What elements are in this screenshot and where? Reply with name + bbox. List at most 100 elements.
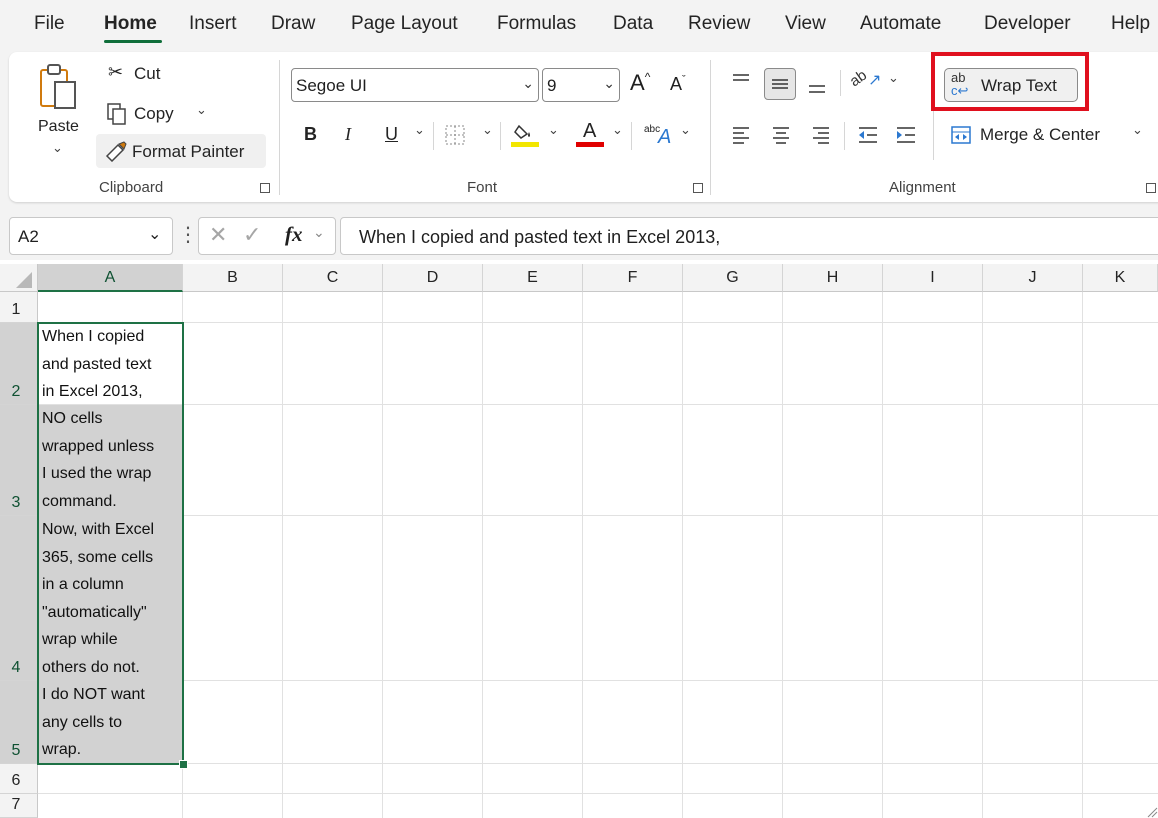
fill-handle[interactable] [179,760,188,769]
tab-data[interactable]: Data [613,13,653,35]
font-color-dropdown-icon[interactable]: ⌄ [612,122,623,138]
format-painter-button[interactable]: Format Painter [96,134,266,168]
merge-center-button[interactable]: Merge & Center ⌄ [944,118,1144,152]
font-dialog-launcher-icon[interactable] [693,183,703,193]
cell-a5[interactable]: I do NOT want any cells to wrap. [38,681,182,764]
tab-page-layout[interactable]: Page Layout [351,13,458,35]
column-header-a[interactable]: A [38,264,183,292]
orientation-button[interactable]: ab ↗ ⌄ [847,67,900,96]
bold-button[interactable]: B [304,124,317,145]
paint-bucket-icon [514,124,530,139]
formula-content: When I copied and pasted text in Excel 2… [359,227,721,247]
text-effects-button[interactable]: abc A [642,120,676,150]
fill-color-button[interactable] [511,120,539,150]
tab-draw[interactable]: Draw [271,13,315,35]
gridline [182,292,183,818]
tab-file[interactable]: File [34,13,65,35]
paste-button[interactable]: Paste ⌄ [30,58,90,158]
column-header-e[interactable]: E [483,264,583,292]
decrease-indent-icon[interactable] [856,124,880,146]
row-header-4[interactable]: 4 [0,516,38,681]
chevron-down-icon[interactable]: ⌄ [313,224,325,241]
borders-dropdown-icon[interactable]: ⌄ [482,122,493,138]
cancel-icon[interactable]: ✕ [209,222,227,248]
formula-input[interactable]: When I copied and pasted text in Excel 2… [340,217,1158,255]
name-box-dropdown-icon[interactable]: ⌄ [148,224,161,244]
clipboard-dialog-launcher-icon[interactable] [260,183,270,193]
cut-label: Cut [134,64,161,83]
top-align-icon[interactable] [730,70,752,92]
row-header-1[interactable]: 1 [0,292,38,323]
name-box[interactable]: A2 ⌄ [9,217,173,255]
row-header-2[interactable]: 2 [0,323,38,405]
increase-font-size-button[interactable]: A^ [630,70,650,96]
wrap-text-highlight-box [931,52,1089,111]
select-all-corner[interactable] [0,264,38,292]
copy-button[interactable]: Copy ⌄ [100,100,220,128]
column-header-j[interactable]: J [983,264,1083,292]
row-header-5[interactable]: 5 [0,681,38,764]
tab-insert[interactable]: Insert [189,13,237,35]
more-options-icon[interactable]: ⋮ [178,222,198,247]
font-family-combo[interactable]: Segoe UI ⌄ [291,68,539,102]
name-box-value: A2 [18,227,39,246]
row-number: 2 [11,383,21,400]
align-left-icon[interactable] [730,124,752,146]
underline-button[interactable]: U [385,124,398,145]
gridline [782,292,783,818]
tab-home[interactable]: Home [104,13,157,35]
paste-dropdown-icon[interactable]: ⌄ [52,140,63,156]
cell-a2[interactable]: When I copied and pasted text in Excel 2… [38,323,182,405]
tab-automate[interactable]: Automate [860,13,941,35]
tab-formulas[interactable]: Formulas [497,13,576,35]
middle-align-button[interactable] [764,68,796,100]
tab-review[interactable]: Review [688,13,750,35]
column-header-c[interactable]: C [283,264,383,292]
divider [840,70,841,96]
resize-grip-icon[interactable] [1146,806,1158,818]
row-number: 4 [11,659,21,676]
column-header-g[interactable]: G [683,264,783,292]
font-color-button[interactable]: A [576,120,604,150]
tab-view[interactable]: View [785,13,826,35]
tab-developer[interactable]: Developer [984,13,1071,35]
font-size-combo[interactable]: 9 ⌄ [542,68,620,102]
group-divider [279,60,280,195]
increase-indent-icon[interactable] [894,124,918,146]
insert-function-icon[interactable]: fx [285,222,303,247]
divider [500,122,501,150]
align-center-icon[interactable] [770,124,792,146]
row-header-3[interactable]: 3 [0,405,38,516]
cut-button[interactable]: ✂ Cut [100,60,190,88]
enter-icon[interactable]: ✓ [243,222,261,248]
column-header-f[interactable]: F [583,264,683,292]
alignment-dialog-launcher-icon[interactable] [1146,183,1156,193]
italic-button[interactable]: I [345,124,351,145]
cell-a3[interactable]: NO cells wrapped unless I used the wrap … [38,405,182,516]
text-effects-dropdown-icon[interactable]: ⌄ [680,122,691,138]
paste-icon [40,64,76,109]
decrease-font-size-button[interactable]: Aˇ [670,74,686,95]
format-painter-label: Format Painter [132,142,245,161]
column-header-k[interactable]: K [1083,264,1158,292]
gridline [1082,292,1083,818]
copy-dropdown-icon[interactable]: ⌄ [196,102,207,118]
chevron-down-icon[interactable]: ⌄ [522,75,534,92]
cell-a4[interactable]: Now, with Excel 365, some cells in a col… [38,516,182,681]
column-header-b[interactable]: B [183,264,283,292]
merge-center-dropdown-icon[interactable]: ⌄ [1132,122,1143,138]
gridline [982,292,983,818]
bottom-align-icon[interactable] [806,74,828,96]
row-header-6[interactable]: 6 [0,764,38,794]
borders-icon[interactable] [444,124,466,146]
column-header-i[interactable]: I [883,264,983,292]
row-header-7[interactable]: 7 [0,794,38,818]
column-header-d[interactable]: D [383,264,483,292]
fill-color-dropdown-icon[interactable]: ⌄ [548,122,559,138]
underline-dropdown-icon[interactable]: ⌄ [414,122,425,138]
chevron-down-icon[interactable]: ⌄ [603,75,615,92]
tab-help[interactable]: Help [1111,13,1150,35]
align-right-icon[interactable] [810,124,832,146]
chevron-down-icon[interactable]: ⌄ [888,70,899,86]
column-header-h[interactable]: H [783,264,883,292]
